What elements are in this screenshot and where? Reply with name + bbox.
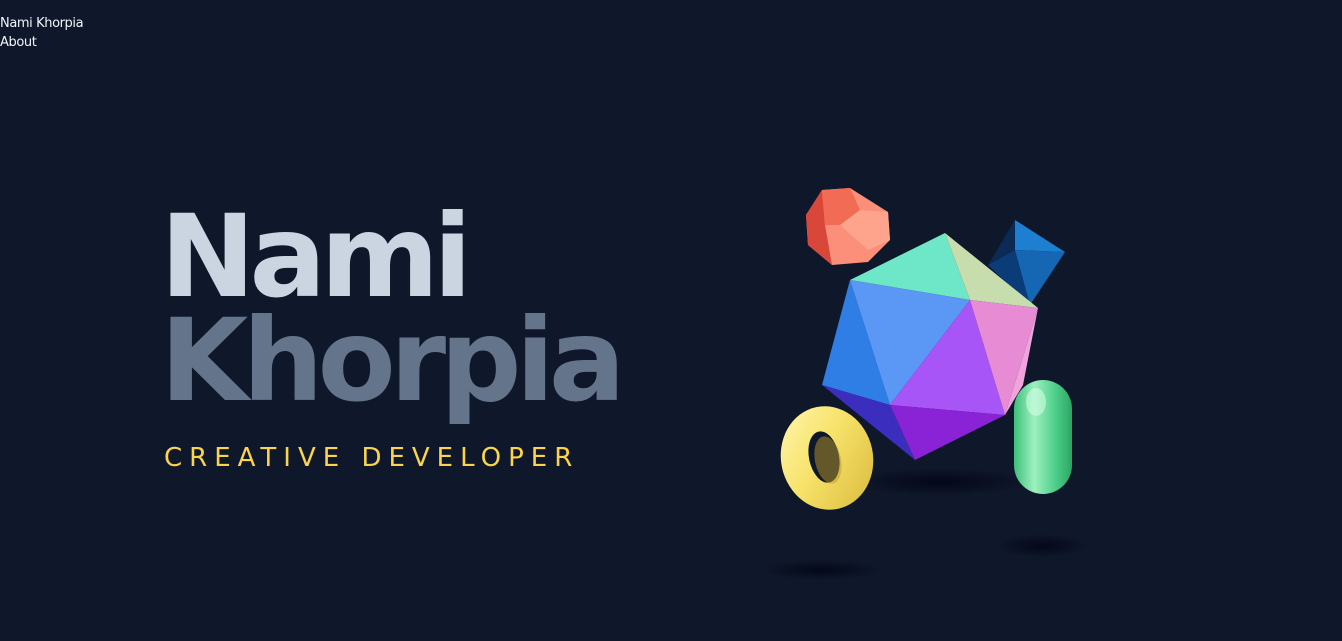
capsule-shape — [1014, 380, 1072, 494]
hero-tagline: CREATIVE DEVELOPER — [164, 443, 580, 473]
dodecahedron-shape — [806, 188, 890, 265]
nav-about-link[interactable]: About — [0, 33, 83, 52]
3d-shapes-scene[interactable] — [740, 170, 1140, 610]
nav-home-link[interactable]: Nami Khorpia — [0, 14, 84, 33]
shape-shadow — [848, 468, 1032, 496]
shape-shadow — [762, 560, 882, 580]
hero-text: Nami Khorpia CREATIVE DEVELOPER — [160, 200, 626, 474]
page: Nami Khorpia About Nami Khorpia CREATIVE… — [0, 0, 1342, 641]
hero-last-name: Khorpia — [160, 294, 626, 427]
shape-shadow — [996, 534, 1088, 558]
top-nav: Nami Khorpia About — [0, 14, 84, 52]
